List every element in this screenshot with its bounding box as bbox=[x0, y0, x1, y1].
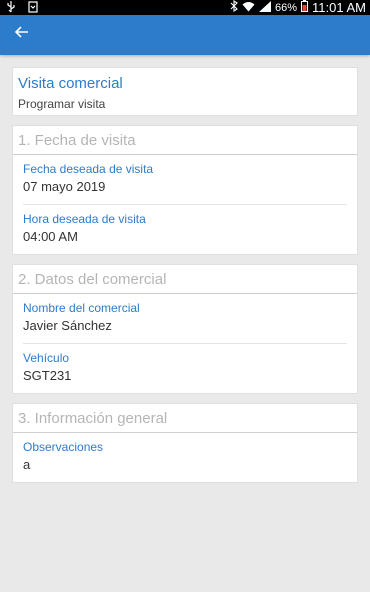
clock: 11:01 AM bbox=[312, 0, 366, 15]
page-subtitle: Programar visita bbox=[18, 97, 106, 111]
wifi-icon bbox=[242, 1, 255, 15]
bluetooth-icon bbox=[230, 0, 238, 15]
field-nombre-comercial[interactable]: Nombre del comercial Javier Sánchez bbox=[23, 294, 347, 344]
field-fecha-deseada[interactable]: Fecha deseada de visita 07 mayo 2019 bbox=[23, 155, 347, 205]
field-value: SGT231 bbox=[23, 368, 72, 383]
status-bar: 66% 11:01 AM bbox=[0, 0, 370, 15]
section-fecha-visita: 1. Fecha de visita Fecha deseada de visi… bbox=[12, 125, 358, 255]
signal-icon bbox=[259, 0, 271, 15]
field-label: Nombre del comercial bbox=[23, 301, 140, 315]
field-label: Vehículo bbox=[23, 351, 70, 365]
section-title: 1. Fecha de visita bbox=[13, 126, 357, 155]
download-icon bbox=[28, 1, 38, 16]
section-title: 2. Datos del comercial bbox=[13, 265, 357, 294]
back-arrow-icon[interactable] bbox=[14, 24, 34, 44]
header-card: Visita comercial Programar visita bbox=[12, 67, 358, 116]
field-value: Javier Sánchez bbox=[23, 318, 112, 333]
field-label: Fecha deseada de visita bbox=[23, 162, 154, 176]
field-hora-deseada[interactable]: Hora deseada de visita 04:00 AM bbox=[23, 205, 347, 255]
field-value: 07 mayo 2019 bbox=[23, 179, 106, 194]
app-bar bbox=[0, 15, 370, 55]
page-title: Visita comercial bbox=[18, 75, 123, 92]
field-value: a bbox=[23, 457, 31, 472]
section-datos-comercial: 2. Datos del comercial Nombre del comerc… bbox=[12, 264, 358, 394]
section-title: 3. Información general bbox=[13, 404, 357, 433]
field-label: Observaciones bbox=[23, 440, 104, 454]
field-value: 04:00 AM bbox=[23, 229, 78, 244]
section-informacion-general: 3. Información general Observaciones a bbox=[12, 403, 358, 483]
usb-icon bbox=[6, 1, 16, 16]
field-observaciones[interactable]: Observaciones a bbox=[23, 433, 347, 483]
battery-icon bbox=[301, 0, 309, 15]
battery-percent: 66% bbox=[275, 1, 298, 14]
field-vehiculo[interactable]: Vehículo SGT231 bbox=[23, 344, 347, 394]
field-label: Hora deseada de visita bbox=[23, 212, 146, 226]
